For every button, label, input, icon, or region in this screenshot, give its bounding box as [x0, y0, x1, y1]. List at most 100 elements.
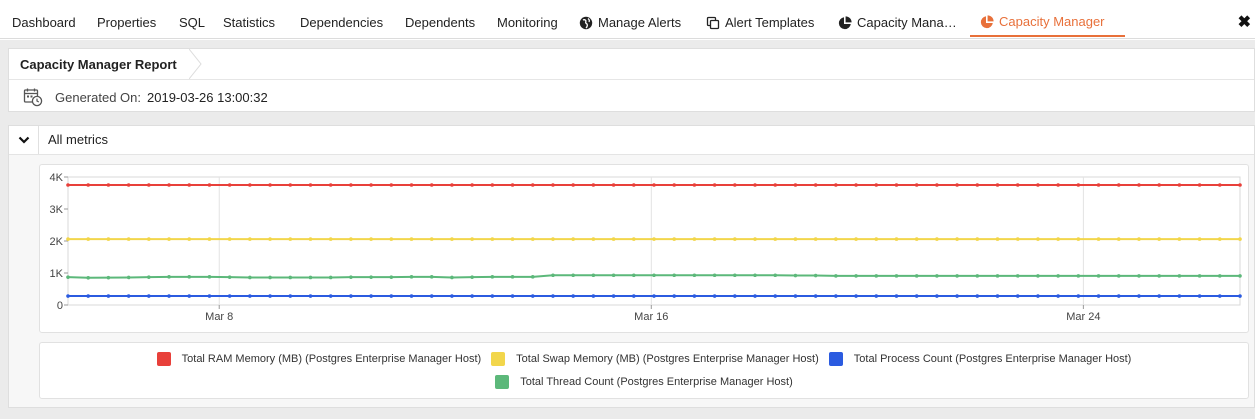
data-point — [147, 237, 151, 241]
data-point — [227, 237, 232, 241]
tab-dependencies[interactable]: Dependencies — [300, 0, 383, 37]
data-point — [591, 294, 596, 298]
legend-item-process[interactable]: Total Process Count (Postgres Enterprise… — [828, 352, 1132, 366]
legend-label: Total Process Count (Postgres Enterprise… — [853, 353, 1132, 365]
data-point — [975, 237, 980, 241]
tab-bar: Dashboard Properties SQL Statistics Depe… — [0, 0, 1255, 39]
tab-capacity-manager-1[interactable]: Capacity Mana… — [838, 0, 957, 37]
data-point — [1177, 294, 1182, 298]
data-point — [490, 237, 495, 241]
data-point — [712, 237, 717, 241]
data-point — [672, 273, 677, 278]
data-point — [66, 183, 70, 187]
legend-item-swap[interactable]: Total Swap Memory (MB) (Postgres Enterpr… — [491, 352, 819, 366]
data-point — [793, 273, 798, 278]
legend-label: Total Thread Count (Postgres Enterprise … — [520, 376, 793, 388]
data-point — [733, 273, 737, 278]
data-point — [429, 275, 434, 279]
data-point — [1076, 294, 1081, 298]
data-point — [248, 294, 252, 298]
data-point — [854, 237, 858, 241]
data-point — [530, 237, 535, 241]
data-point — [207, 294, 212, 298]
tab-statistics[interactable]: Statistics — [223, 0, 275, 37]
data-point — [450, 237, 454, 241]
tab-label: Dependents — [405, 14, 476, 30]
data-point — [914, 274, 919, 278]
data-point — [813, 237, 818, 241]
data-point — [935, 274, 939, 278]
data-point — [1036, 294, 1040, 298]
tab-alert-templates[interactable]: Alert Templates — [706, 0, 814, 37]
close-icon[interactable]: ✖ — [1238, 12, 1251, 32]
data-point — [126, 183, 131, 187]
data-point — [167, 237, 171, 241]
data-point — [672, 294, 677, 298]
data-point — [712, 183, 717, 187]
data-point — [914, 183, 919, 187]
tab-dependents[interactable]: Dependents — [405, 0, 475, 37]
data-point — [328, 294, 333, 298]
data-point — [450, 183, 454, 187]
data-point — [874, 183, 879, 187]
report-header: Capacity Manager Report Generated On: 20… — [8, 48, 1255, 112]
tab-monitoring[interactable]: Monitoring — [497, 0, 558, 37]
tab-label: Dashboard — [12, 14, 76, 30]
data-point — [631, 237, 636, 241]
data-point — [692, 273, 697, 278]
legend-item-thread[interactable]: Total Thread Count (Postgres Enterprise … — [495, 375, 793, 389]
data-point — [611, 294, 616, 298]
data-point — [1137, 274, 1141, 278]
data-point — [854, 294, 858, 298]
tab-manage-alerts[interactable]: Manage Alerts — [579, 0, 681, 37]
data-point — [66, 294, 70, 298]
data-point — [227, 294, 232, 298]
generated-on-value: 2019-03-26 13:00:32 — [147, 89, 268, 105]
data-point — [1015, 237, 1020, 241]
data-point — [854, 274, 858, 278]
data-point — [1238, 237, 1242, 241]
data-point — [1238, 294, 1242, 298]
tab-properties[interactable]: Properties — [97, 0, 156, 37]
data-point — [288, 275, 293, 280]
data-point — [248, 275, 252, 280]
data-point — [1056, 274, 1060, 278]
data-point — [167, 275, 171, 279]
data-point — [914, 294, 919, 298]
tab-sql[interactable]: SQL — [179, 0, 205, 37]
data-point — [510, 183, 515, 187]
legend-swatch — [156, 352, 171, 366]
data-point — [652, 273, 656, 278]
data-point — [995, 294, 1000, 298]
data-point — [874, 237, 879, 241]
calendar-clock-icon — [23, 88, 43, 107]
data-point — [470, 275, 474, 279]
data-point — [652, 294, 656, 298]
data-point — [328, 183, 333, 187]
data-point — [995, 183, 1000, 187]
tab-capacity-manager-active[interactable]: Capacity Manager — [970, 0, 1125, 37]
data-point — [409, 294, 414, 298]
tab-label: Properties — [97, 14, 157, 30]
data-point — [349, 294, 353, 298]
legend-item-ram[interactable]: Total RAM Memory (MB) (Postgres Enterpri… — [156, 352, 481, 366]
chevron-down-icon[interactable] — [18, 134, 30, 146]
data-point — [328, 237, 333, 241]
data-point — [389, 294, 394, 298]
data-point — [1177, 237, 1182, 241]
section-header[interactable]: All metrics — [9, 126, 1254, 155]
data-point — [1157, 294, 1161, 298]
x-tick-label: Mar 24 — [1066, 311, 1100, 323]
data-point — [288, 183, 293, 187]
data-point — [935, 237, 939, 241]
data-point — [733, 237, 737, 241]
data-point — [793, 237, 798, 241]
data-point — [995, 237, 1000, 241]
data-point — [1096, 237, 1101, 241]
data-point — [894, 183, 899, 187]
data-point — [753, 183, 757, 187]
data-point — [126, 275, 131, 280]
legend-label: Total Swap Memory (MB) (Postgres Enterpr… — [516, 353, 819, 365]
data-point — [652, 183, 656, 187]
tab-dashboard[interactable]: Dashboard — [12, 0, 76, 37]
